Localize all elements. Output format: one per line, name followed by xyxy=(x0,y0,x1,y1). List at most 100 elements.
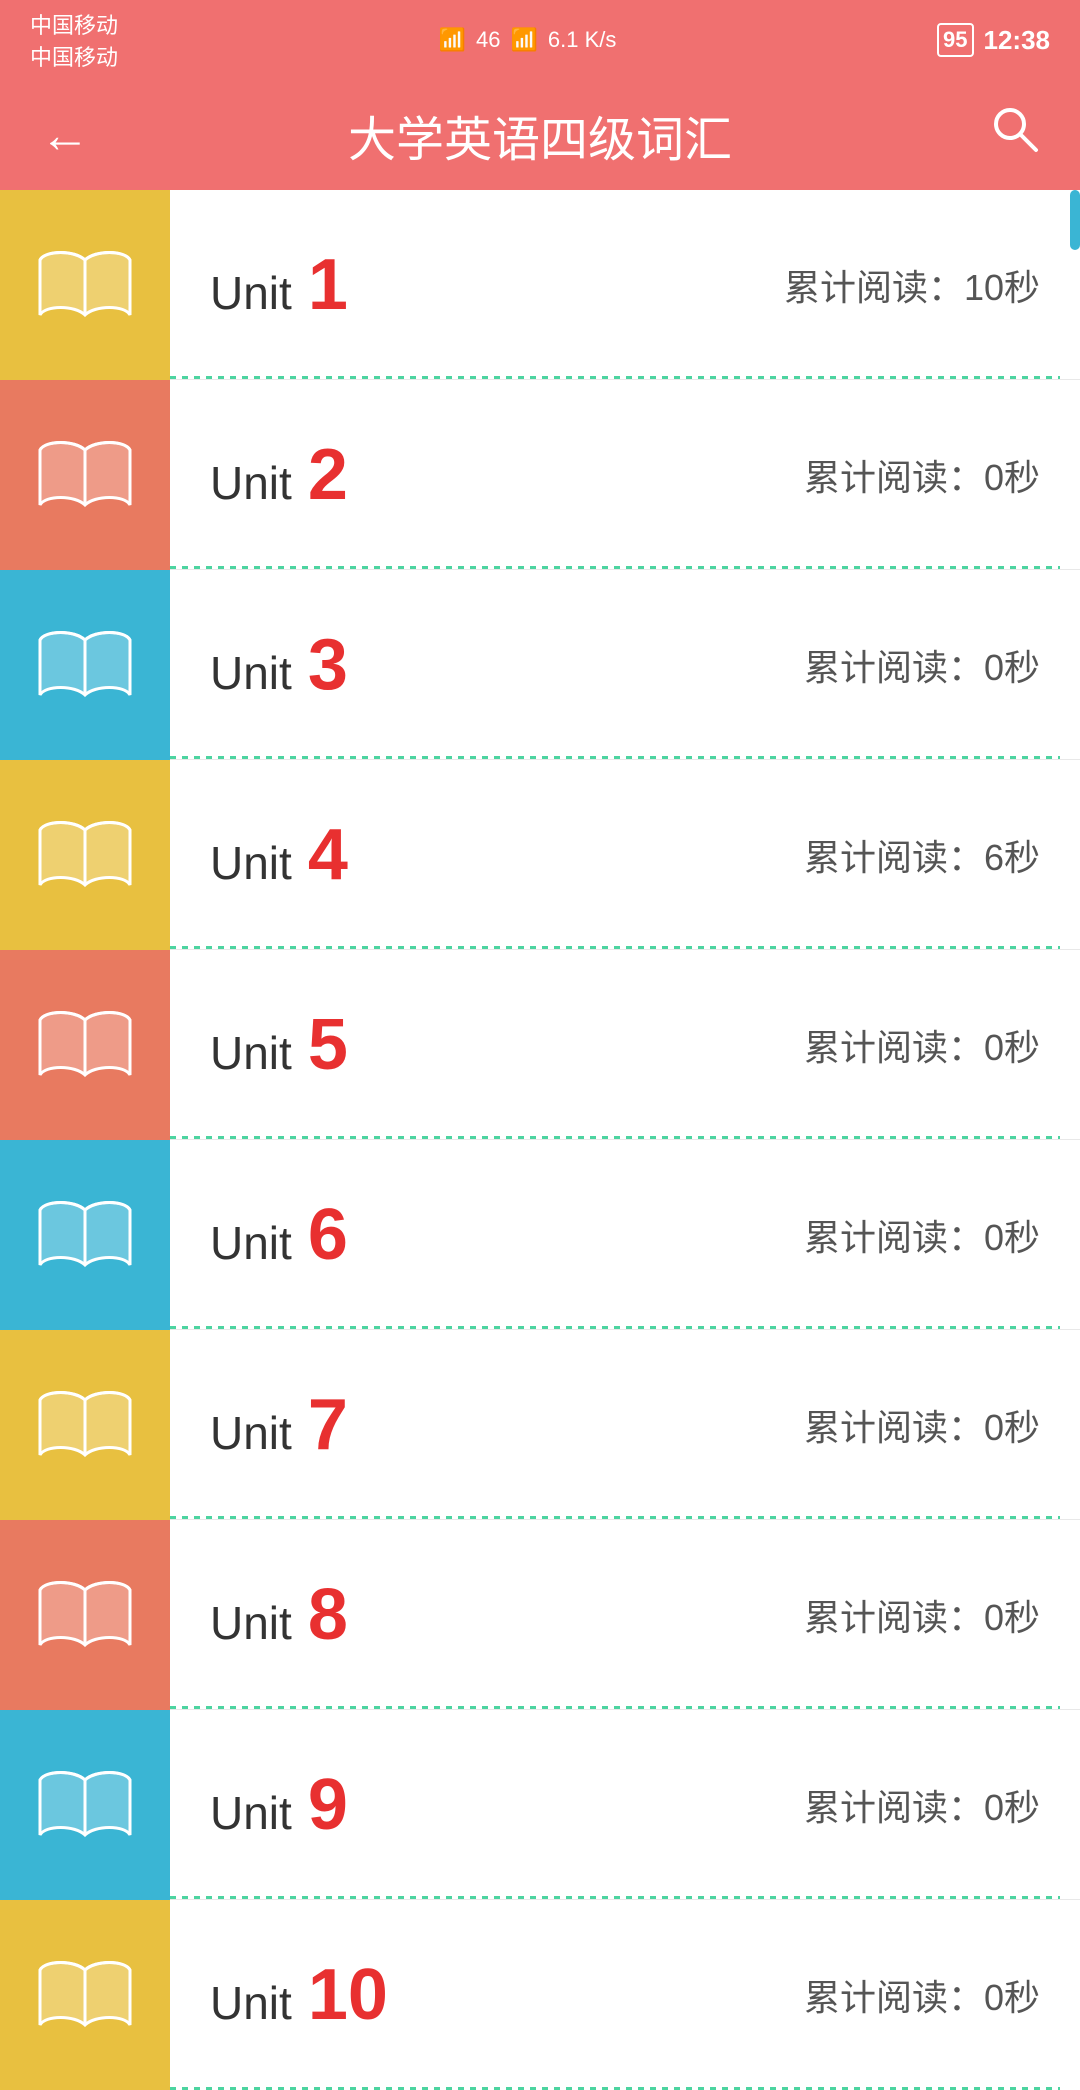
battery-level: 95 xyxy=(937,23,973,57)
unit-icon-wrapper-6 xyxy=(0,1140,170,1330)
unit-item-9[interactable]: Unit 9 累计阅读：0秒 xyxy=(0,1710,1080,1900)
unit-reading-9: 累计阅读：0秒 xyxy=(804,1779,1040,1831)
unit-item-1[interactable]: Unit 1 累计阅读：10秒 xyxy=(0,190,1080,380)
unit-content-9: Unit 9 累计阅读：0秒 xyxy=(170,1769,1080,1841)
unit-label-3: Unit 3 xyxy=(210,629,348,701)
reading-label-3: 累计阅读： xyxy=(804,647,984,688)
unit-icon-wrapper-5 xyxy=(0,950,170,1140)
unit-label-9: Unit 9 xyxy=(210,1769,348,1841)
unit-label-5: Unit 5 xyxy=(210,1009,348,1081)
app-header: ← 大学英语四级词汇 xyxy=(0,80,1080,190)
unit-content-3: Unit 3 累计阅读：0秒 xyxy=(170,629,1080,701)
unit-reading-1: 累计阅读：10秒 xyxy=(784,259,1040,311)
unit-item-5[interactable]: Unit 5 累计阅读：0秒 xyxy=(0,950,1080,1140)
reading-value-1: 10秒 xyxy=(964,267,1040,308)
unit-reading-7: 累计阅读：0秒 xyxy=(804,1399,1040,1451)
unit-text-10: Unit xyxy=(210,1976,292,2030)
unit-text-9: Unit xyxy=(210,1786,292,1840)
unit-text-5: Unit xyxy=(210,1026,292,1080)
reading-value-8: 0秒 xyxy=(984,1597,1040,1638)
signal-icon: 📶 xyxy=(439,27,466,53)
reading-label-2: 累计阅读： xyxy=(804,457,984,498)
unit-label-6: Unit 6 xyxy=(210,1199,348,1271)
wifi-icon: 📶 xyxy=(511,27,538,53)
reading-label-4: 累计阅读： xyxy=(804,837,984,878)
battery-time: 95 12:38 xyxy=(937,23,1050,57)
unit-reading-3: 累计阅读：0秒 xyxy=(804,639,1040,691)
scrollbar[interactable] xyxy=(1070,190,1080,250)
unit-number-5: 5 xyxy=(308,1009,348,1081)
unit-icon-wrapper-8 xyxy=(0,1520,170,1710)
reading-value-3: 0秒 xyxy=(984,647,1040,688)
unit-label-4: Unit 4 xyxy=(210,819,348,891)
unit-label-2: Unit 2 xyxy=(210,439,348,511)
page-title: 大学英语四级词汇 xyxy=(90,100,990,170)
unit-item-7[interactable]: Unit 7 累计阅读：0秒 xyxy=(0,1330,1080,1520)
unit-icon-wrapper-9 xyxy=(0,1710,170,1900)
unit-text-6: Unit xyxy=(210,1216,292,1270)
unit-content-8: Unit 8 累计阅读：0秒 xyxy=(170,1579,1080,1651)
unit-number-10: 10 xyxy=(308,1959,388,2031)
unit-icon-wrapper-1 xyxy=(0,190,170,380)
unit-content-4: Unit 4 累计阅读：6秒 xyxy=(170,819,1080,891)
carrier1: 中国移动 xyxy=(30,8,118,40)
unit-content-10: Unit 10 累计阅读：0秒 xyxy=(170,1959,1080,2031)
unit-number-7: 7 xyxy=(308,1389,348,1461)
unit-reading-10: 累计阅读：0秒 xyxy=(804,1969,1040,2021)
unit-number-4: 4 xyxy=(308,819,348,891)
unit-item-8[interactable]: Unit 8 累计阅读：0秒 xyxy=(0,1520,1080,1710)
reading-value-4: 6秒 xyxy=(984,837,1040,878)
unit-item-4[interactable]: Unit 4 累计阅读：6秒 xyxy=(0,760,1080,950)
reading-label-6: 累计阅读： xyxy=(804,1217,984,1258)
unit-number-8: 8 xyxy=(308,1579,348,1651)
unit-text-4: Unit xyxy=(210,836,292,890)
reading-label-9: 累计阅读： xyxy=(804,1787,984,1828)
reading-value-7: 0秒 xyxy=(984,1407,1040,1448)
unit-content-7: Unit 7 累计阅读：0秒 xyxy=(170,1389,1080,1461)
unit-icon-wrapper-2 xyxy=(0,380,170,570)
unit-content-6: Unit 6 累计阅读：0秒 xyxy=(170,1199,1080,1271)
unit-reading-6: 累计阅读：0秒 xyxy=(804,1209,1040,1261)
unit-number-1: 1 xyxy=(308,249,348,321)
unit-reading-4: 累计阅读：6秒 xyxy=(804,829,1040,881)
unit-reading-2: 累计阅读：0秒 xyxy=(804,449,1040,501)
unit-label-8: Unit 8 xyxy=(210,1579,348,1651)
unit-label-1: Unit 1 xyxy=(210,249,348,321)
unit-number-2: 2 xyxy=(308,439,348,511)
unit-number-3: 3 xyxy=(308,629,348,701)
search-button[interactable] xyxy=(990,104,1040,166)
reading-value-5: 0秒 xyxy=(984,1027,1040,1068)
reading-value-6: 0秒 xyxy=(984,1217,1040,1258)
unit-content-2: Unit 2 累计阅读：0秒 xyxy=(170,439,1080,511)
unit-item-6[interactable]: Unit 6 累计阅读：0秒 xyxy=(0,1140,1080,1330)
unit-number-9: 9 xyxy=(308,1769,348,1841)
unit-icon-wrapper-10 xyxy=(0,1900,170,2090)
unit-item-10[interactable]: Unit 10 累计阅读：0秒 xyxy=(0,1900,1080,2090)
unit-label-7: Unit 7 xyxy=(210,1389,348,1461)
unit-icon-wrapper-7 xyxy=(0,1330,170,1520)
unit-text-8: Unit xyxy=(210,1596,292,1650)
unit-text-1: Unit xyxy=(210,266,292,320)
reading-label-8: 累计阅读： xyxy=(804,1597,984,1638)
unit-item-2[interactable]: Unit 2 累计阅读：0秒 xyxy=(0,380,1080,570)
status-bar: 中国移动 中国移动 📶 46 📶 6.1 K/s 95 12:38 xyxy=(0,0,1080,80)
unit-list: Unit 1 累计阅读：10秒 Unit 2 累计阅读：0秒 xyxy=(0,190,1080,2090)
unit-text-2: Unit xyxy=(210,456,292,510)
carrier-info: 中国移动 中国移动 xyxy=(30,8,118,72)
unit-icon-wrapper-4 xyxy=(0,760,170,950)
reading-label-10: 累计阅读： xyxy=(804,1977,984,2018)
unit-content-5: Unit 5 累计阅读：0秒 xyxy=(170,1009,1080,1081)
unit-content-1: Unit 1 累计阅读：10秒 xyxy=(170,249,1080,321)
unit-text-3: Unit xyxy=(210,646,292,700)
reading-value-2: 0秒 xyxy=(984,457,1040,498)
unit-label-10: Unit 10 xyxy=(210,1959,388,2031)
clock: 12:38 xyxy=(984,25,1051,56)
unit-reading-5: 累计阅读：0秒 xyxy=(804,1019,1040,1071)
unit-item-3[interactable]: Unit 3 累计阅读：0秒 xyxy=(0,570,1080,760)
back-button[interactable]: ← xyxy=(40,106,90,164)
speed: 6.1 K/s xyxy=(548,27,616,53)
unit-number-6: 6 xyxy=(308,1199,348,1271)
signal-info: 📶 46 📶 6.1 K/s xyxy=(439,27,617,53)
unit-reading-8: 累计阅读：0秒 xyxy=(804,1589,1040,1641)
signal-4g: 46 xyxy=(476,27,500,53)
